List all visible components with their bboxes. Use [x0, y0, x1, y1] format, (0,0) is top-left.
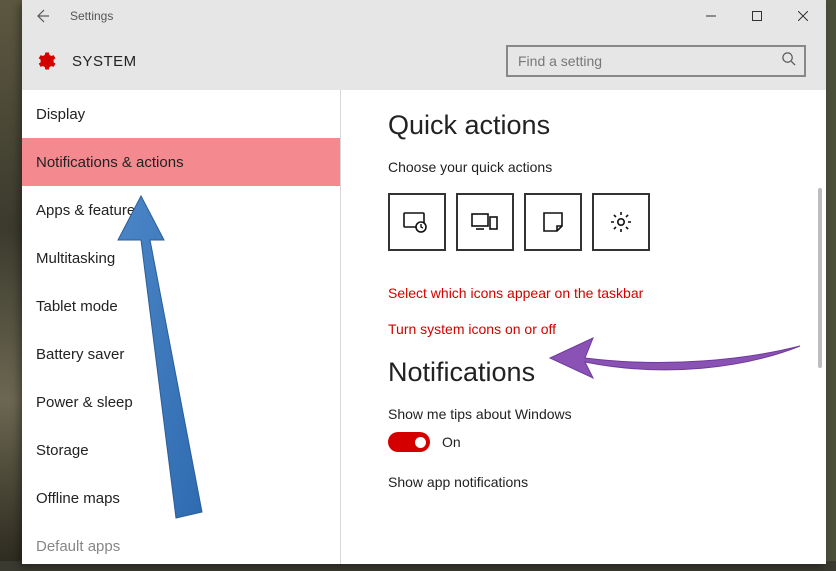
- sidebar-item-power-sleep[interactable]: Power & sleep: [22, 378, 340, 426]
- toggle-label-app-notifications: Show app notifications: [388, 474, 808, 490]
- toggle-row-app-notifications: Show app notifications: [388, 474, 808, 490]
- quick-action-tile-tablet-mode[interactable]: [388, 193, 446, 251]
- desktop-background-left: [0, 0, 22, 571]
- quick-action-tile-connect[interactable]: [456, 193, 514, 251]
- sidebar-item-label: Power & sleep: [36, 394, 133, 411]
- tablet-touch-icon: [403, 210, 431, 234]
- search-icon: [781, 51, 796, 71]
- window-title: Settings: [70, 9, 113, 23]
- toggle-knob: [415, 437, 426, 448]
- sidebar-item-multitasking[interactable]: Multitasking: [22, 234, 340, 282]
- sidebar-item-offline-maps[interactable]: Offline maps: [22, 474, 340, 522]
- quick-actions-subtext: Choose your quick actions: [388, 159, 808, 175]
- toggle-state-tips: On: [442, 434, 461, 450]
- sidebar-item-storage[interactable]: Storage: [22, 426, 340, 474]
- link-taskbar-icons[interactable]: Select which icons appear on the taskbar: [388, 285, 808, 301]
- toggle-row-tips: Show me tips about Windows On: [388, 406, 808, 452]
- toggle-label-tips: Show me tips about Windows: [388, 406, 808, 422]
- quick-action-tiles: [388, 193, 808, 251]
- content-pane: Quick actions Choose your quick actions …: [340, 90, 826, 564]
- maximize-button[interactable]: [734, 1, 780, 31]
- section-title: SYSTEM: [72, 53, 137, 70]
- sidebar-item-tablet-mode[interactable]: Tablet mode: [22, 282, 340, 330]
- header: SYSTEM: [22, 32, 826, 90]
- minimize-icon: [706, 11, 716, 21]
- sidebar-item-label: Tablet mode: [36, 298, 118, 315]
- sidebar-item-label: Default apps: [36, 538, 120, 555]
- search-input[interactable]: [518, 53, 781, 69]
- close-button[interactable]: [780, 1, 826, 31]
- sidebar-item-notifications-actions[interactable]: Notifications & actions: [22, 138, 340, 186]
- connect-devices-icon: [471, 211, 499, 233]
- content-scrollbar[interactable]: [818, 188, 822, 368]
- sidebar-item-label: Display: [36, 106, 85, 123]
- sidebar-item-label: Battery saver: [36, 346, 124, 363]
- note-icon: [542, 211, 564, 233]
- window-controls: [688, 1, 826, 31]
- sidebar-item-label: Offline maps: [36, 490, 120, 507]
- settings-gear-icon: [34, 50, 56, 72]
- arrow-left-icon: [34, 8, 50, 24]
- search-box[interactable]: [506, 45, 806, 77]
- sidebar-item-apps-features[interactable]: Apps & features: [22, 186, 340, 234]
- quick-action-tile-note[interactable]: [524, 193, 582, 251]
- maximize-icon: [752, 11, 762, 21]
- minimize-button[interactable]: [688, 1, 734, 31]
- settings-window: Settings SYSTEM Display Noti: [22, 0, 826, 564]
- link-system-icons[interactable]: Turn system icons on or off: [388, 321, 808, 337]
- quick-action-tile-all-settings[interactable]: [592, 193, 650, 251]
- sidebar-item-display[interactable]: Display: [22, 90, 340, 138]
- sidebar: Display Notifications & actions Apps & f…: [22, 90, 340, 564]
- gear-icon: [609, 210, 633, 234]
- sidebar-item-label: Notifications & actions: [36, 154, 184, 171]
- sidebar-item-label: Storage: [36, 442, 89, 459]
- sidebar-item-battery-saver[interactable]: Battery saver: [22, 330, 340, 378]
- toggle-switch-tips[interactable]: [388, 432, 430, 452]
- close-icon: [798, 11, 808, 21]
- body: Display Notifications & actions Apps & f…: [22, 90, 826, 564]
- back-button[interactable]: [28, 2, 56, 30]
- sidebar-item-default-apps[interactable]: Default apps: [22, 522, 340, 564]
- sidebar-item-label: Multitasking: [36, 250, 115, 267]
- titlebar: Settings: [22, 0, 826, 32]
- quick-actions-heading: Quick actions: [388, 110, 808, 141]
- sidebar-item-label: Apps & features: [36, 202, 143, 219]
- notifications-heading: Notifications: [388, 357, 808, 388]
